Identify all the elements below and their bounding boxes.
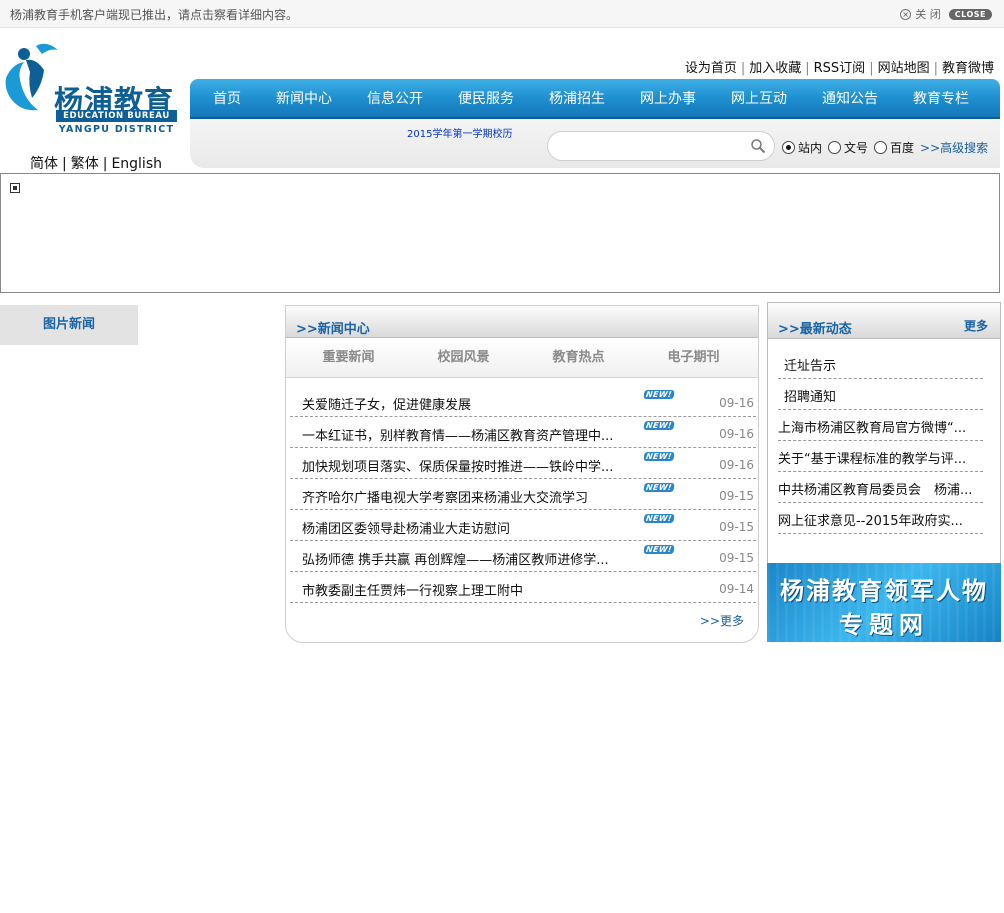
tab-education-hot[interactable]: 教育热点 [521,338,636,377]
nav-item-columns[interactable]: 教育专栏 [913,88,969,108]
news-item[interactable]: 一本红证书，别样教育情——杨浦区教育资产管理中... NEW! 09-16 [290,417,756,448]
close-badge: CLOSE [948,8,992,20]
close-icon: × [900,8,912,20]
photo-news-tab[interactable]: 图片新闻 [0,305,138,345]
news-item[interactable]: 弘扬师德 携手共赢 再创辉煌——杨浦区教师进修学... NEW! 09-15 [290,541,756,572]
news-tabs: 重要新闻 校园风景 教育热点 电子期刊 [286,338,758,378]
scope-docnum-radio[interactable]: 文号 [828,139,868,156]
latest-updates-panel: >>最新动态 更多 迁址告示 招聘通知 上海市杨浦区教育局官方微博“... 关于… [767,302,1001,564]
tab-campus-scenery[interactable]: 校园风景 [406,338,521,377]
new-badge-icon: NEW! [643,483,675,492]
tab-important-news[interactable]: 重要新闻 [291,338,406,377]
search-input[interactable] [560,138,740,152]
nav-item-news[interactable]: 新闻中心 [276,88,332,108]
latest-updates-title: >>最新动态 [778,322,852,337]
news-center-title: >>新闻中心 [296,322,370,337]
news-item[interactable]: 市教委副主任贾炜一行视察上理工附中 09-14 [290,572,756,603]
lang-english[interactable]: English [111,156,162,172]
broken-image-icon [10,183,20,193]
site-logo[interactable]: 杨浦教育 EDUCATION BUREAU YANGPU DISTRICT [2,40,182,140]
top-links: 设为首页 | 加入收藏 | RSS订阅 | 网站地图 | 教育微博 [684,61,994,76]
news-item[interactable]: 杨浦团区委领导赴杨浦业大走访慰问 NEW! 09-15 [290,510,756,541]
banner-area [0,173,1000,293]
logo-name-en-1: EDUCATION BUREAU [56,110,177,122]
news-item[interactable]: 加快规划项目落实、保质保量按时推进——铁岭中学... NEW! 09-16 [290,448,756,479]
nav-item-home[interactable]: 首页 [213,88,241,108]
sitemap-link[interactable]: 网站地图 [878,61,930,76]
new-badge-icon: NEW! [643,452,675,461]
new-badge-icon: NEW! [643,514,675,523]
news-item[interactable]: 关爱随迁子女，促进健康发展 NEW! 09-16 [290,386,756,417]
main-nav: 首页 新闻中心 信息公开 便民服务 杨浦招生 网上办事 网上互动 通知公告 教育… [190,79,1000,119]
nav-item-interaction[interactable]: 网上互动 [731,88,787,108]
search-icon[interactable] [750,138,766,154]
new-badge-icon: NEW! [643,390,675,399]
latest-more-link[interactable]: 更多 [964,317,988,334]
leader-topic-banner[interactable]: 杨浦教育领军人物 专题网 [767,563,1001,642]
rss-link[interactable]: RSS订阅 [814,61,866,76]
nav-item-notices[interactable]: 通知公告 [822,88,878,108]
logo-name-en-2: YANGPU DISTRICT [58,124,175,135]
news-center-panel: >>新闻中心 重要新闻 校园风景 教育热点 电子期刊 关爱随迁子女，促进健康发展… [285,305,759,643]
set-homepage-link[interactable]: 设为首页 [685,61,737,76]
scope-baidu-radio[interactable]: 百度 [874,139,914,156]
nav-item-online-affairs[interactable]: 网上办事 [640,88,696,108]
search-scope: 站内 文号 百度 >>高级搜索 [782,139,988,156]
news-list: 关爱随迁子女，促进健康发展 NEW! 09-16 一本红证书，别样教育情——杨浦… [290,386,756,603]
news-item[interactable]: 齐齐哈尔广播电视大学考察团来杨浦业大交流学习 NEW! 09-15 [290,479,756,510]
lang-traditional[interactable]: 繁体 [71,156,99,172]
add-favorite-link[interactable]: 加入收藏 [749,61,801,76]
nav-item-info[interactable]: 信息公开 [367,88,423,108]
new-badge-icon: NEW! [643,545,675,554]
weibo-link[interactable]: 教育微博 [942,61,994,76]
list-item[interactable]: 关于“基于课程标准的教学与评... [778,441,983,472]
language-switch: 简体 | 繁体 | English [30,156,162,172]
nav-item-services[interactable]: 便民服务 [458,88,514,108]
list-item[interactable]: 招聘通知 [778,379,983,410]
news-more-link[interactable]: >>更多 [700,612,744,629]
close-notice-button[interactable]: × 关 闭 CLOSE [900,6,992,22]
app-notice-link[interactable]: 杨浦教育手机客户端现已推出，请点击察看详细内容。 [10,6,298,23]
semester-calendar-link[interactable]: 2015学年第一学期校历 [407,125,512,140]
lang-simplified[interactable]: 简体 [30,156,58,172]
latest-list: 迁址告示 招聘通知 上海市杨浦区教育局官方微博“... 关于“基于课程标准的教学… [778,348,983,534]
list-item[interactable]: 网上征求意见--2015年政府实... [778,503,983,534]
close-label: 关 闭 [915,8,941,21]
leader-banner-line2: 专题网 [839,611,929,639]
leader-banner-line1: 杨浦教育领军人物 [780,577,988,605]
notice-bar: 杨浦教育手机客户端现已推出，请点击察看详细内容。 × 关 闭 CLOSE [0,0,1004,28]
search-bar: 2015学年第一学期校历 站内 文号 百度 >>高级搜索 [190,119,1000,168]
search-box [547,131,775,161]
tab-e-journal[interactable]: 电子期刊 [636,338,751,377]
list-item[interactable]: 上海市杨浦区教育局官方微博“... [778,410,983,441]
list-item[interactable]: 中共杨浦区教育局委员会 杨浦... [778,472,983,503]
scope-site-radio[interactable]: 站内 [782,139,822,156]
nav-item-enrollment[interactable]: 杨浦招生 [549,88,605,108]
new-badge-icon: NEW! [643,421,675,430]
figure-logo-icon [5,43,58,111]
advanced-search-link[interactable]: >>高级搜索 [920,139,988,156]
list-item[interactable]: 迁址告示 [778,348,983,379]
